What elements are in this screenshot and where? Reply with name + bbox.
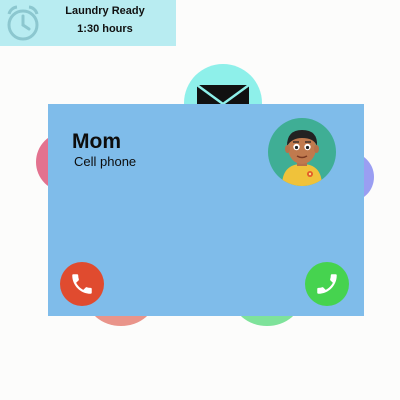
notification-subtitle: 1:30 hours xyxy=(77,23,133,35)
caller-phone-type: Cell phone xyxy=(74,154,137,169)
notification-title: Laundry Ready xyxy=(65,5,145,17)
alarm-clock-icon xyxy=(7,5,39,41)
decline-call-button[interactable] xyxy=(60,262,104,306)
accept-call-button[interactable] xyxy=(305,262,349,306)
avatar xyxy=(268,118,336,186)
notification-banner[interactable]: Laundry Ready 1:30 hours xyxy=(0,0,176,46)
caller-name: Mom xyxy=(72,130,121,153)
phone-decline-icon xyxy=(72,274,92,294)
incoming-call-card: Mom Cell phone xyxy=(48,104,364,316)
phone-accept-icon xyxy=(317,274,337,294)
